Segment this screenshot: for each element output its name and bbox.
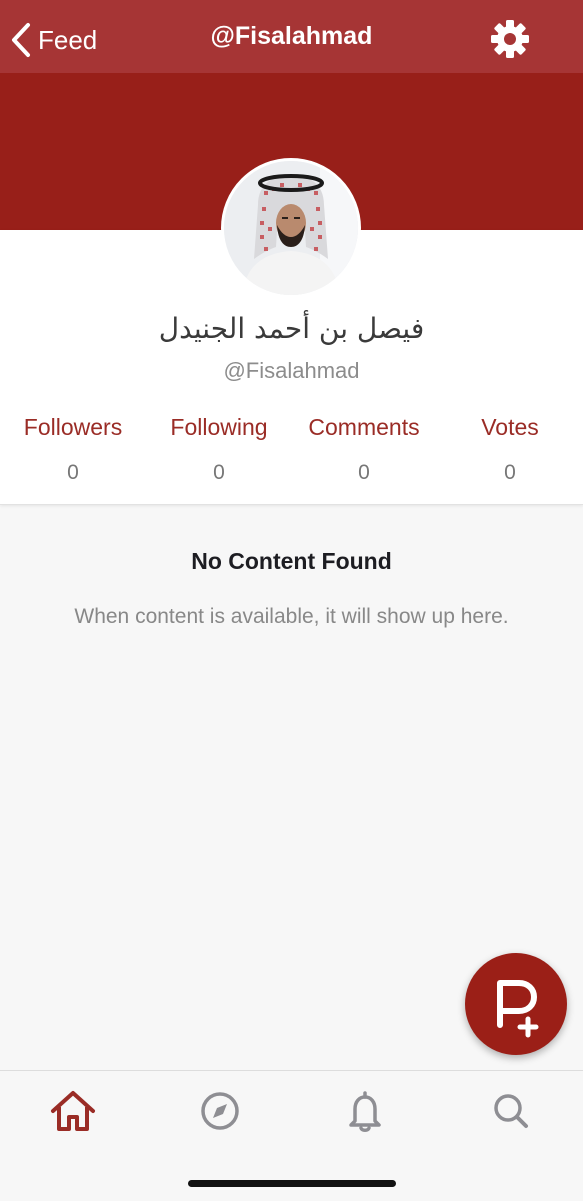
stat-value: 0 xyxy=(358,461,370,484)
profile-display-name: فيصل بن أحمد الجنيدل xyxy=(158,312,425,345)
stat-value: 0 xyxy=(67,461,79,484)
empty-state-message: When content is available, it will show … xyxy=(74,605,509,628)
stat-value: 0 xyxy=(213,461,225,484)
tab-search[interactable] xyxy=(481,1081,541,1141)
search-icon xyxy=(494,1094,528,1128)
bell-icon xyxy=(349,1091,381,1132)
tab-explore[interactable] xyxy=(190,1081,250,1141)
empty-state-title: No Content Found xyxy=(191,548,392,574)
tab-home[interactable] xyxy=(43,1081,103,1141)
create-post-icon xyxy=(497,980,539,1038)
profile-avatar[interactable] xyxy=(221,158,361,298)
compass-icon xyxy=(201,1092,239,1130)
stat-value: 0 xyxy=(504,461,516,484)
create-post-button[interactable] xyxy=(465,953,567,1055)
stat-votes[interactable]: Votes 0 xyxy=(437,414,583,485)
stat-label: Comments xyxy=(308,414,420,440)
stat-label: Votes xyxy=(481,414,539,440)
home-indicator[interactable] xyxy=(188,1180,396,1187)
tab-notifications[interactable] xyxy=(335,1081,395,1141)
stat-label: Followers xyxy=(23,414,123,440)
avatar-image xyxy=(224,161,358,295)
profile-username: @Fisalahmad xyxy=(223,358,360,383)
top-navbar: Feed @Fisalahmad xyxy=(0,0,583,73)
home-icon xyxy=(51,1091,95,1131)
stat-label: Following xyxy=(170,414,268,440)
gear-icon xyxy=(491,20,529,58)
stat-following[interactable]: Following 0 xyxy=(146,414,292,485)
stat-comments[interactable]: Comments 0 xyxy=(291,414,437,485)
stat-followers[interactable]: Followers 0 xyxy=(0,414,146,485)
settings-button[interactable] xyxy=(489,18,531,60)
